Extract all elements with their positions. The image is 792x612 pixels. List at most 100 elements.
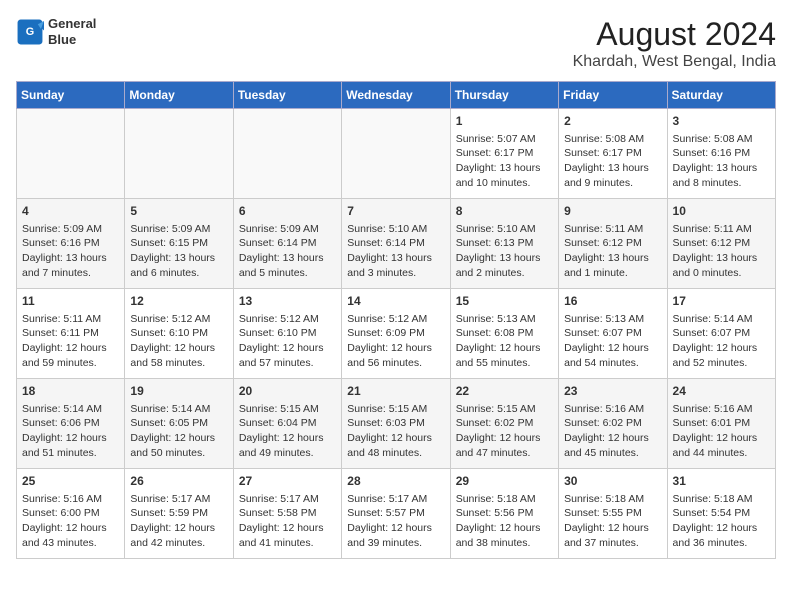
cell-line: Sunrise: 5:14 AM — [130, 402, 227, 417]
calendar-week-row: 11Sunrise: 5:11 AMSunset: 6:11 PMDayligh… — [17, 289, 776, 379]
cell-line: Sunset: 5:56 PM — [456, 506, 553, 521]
calendar-cell: 2Sunrise: 5:08 AMSunset: 6:17 PMDaylight… — [559, 109, 667, 199]
cell-line: Sunset: 6:13 PM — [456, 236, 553, 251]
cell-line: and 48 minutes. — [347, 446, 444, 461]
day-number: 12 — [130, 293, 227, 310]
cell-line: Sunrise: 5:11 AM — [673, 222, 770, 237]
cell-line: Daylight: 12 hours — [239, 521, 336, 536]
day-number: 14 — [347, 293, 444, 310]
cell-line: Daylight: 12 hours — [239, 431, 336, 446]
cell-line: Sunset: 6:09 PM — [347, 326, 444, 341]
logo-line1: General — [48, 16, 96, 32]
day-number: 30 — [564, 473, 661, 490]
cell-line: Sunset: 6:15 PM — [130, 236, 227, 251]
weekday-header: Friday — [559, 82, 667, 109]
cell-line: Daylight: 13 hours — [564, 251, 661, 266]
cell-line: Daylight: 12 hours — [130, 431, 227, 446]
day-number: 26 — [130, 473, 227, 490]
cell-line: Sunset: 6:07 PM — [564, 326, 661, 341]
cell-line: Sunrise: 5:15 AM — [456, 402, 553, 417]
cell-line: and 5 minutes. — [239, 266, 336, 281]
cell-line: Daylight: 13 hours — [564, 161, 661, 176]
calendar-cell — [125, 109, 233, 199]
calendar-cell: 13Sunrise: 5:12 AMSunset: 6:10 PMDayligh… — [233, 289, 341, 379]
cell-line: Daylight: 13 hours — [130, 251, 227, 266]
cell-line: and 47 minutes. — [456, 446, 553, 461]
cell-line: and 55 minutes. — [456, 356, 553, 371]
cell-line: and 3 minutes. — [347, 266, 444, 281]
cell-line: and 36 minutes. — [673, 536, 770, 551]
weekday-header: Wednesday — [342, 82, 450, 109]
cell-line: and 2 minutes. — [456, 266, 553, 281]
cell-line: Daylight: 12 hours — [564, 341, 661, 356]
cell-line: Sunrise: 5:09 AM — [239, 222, 336, 237]
calendar-table: SundayMondayTuesdayWednesdayThursdayFrid… — [16, 81, 776, 559]
calendar-cell: 30Sunrise: 5:18 AMSunset: 5:55 PMDayligh… — [559, 469, 667, 559]
cell-line: Sunset: 5:54 PM — [673, 506, 770, 521]
weekday-header: Saturday — [667, 82, 775, 109]
calendar-cell: 22Sunrise: 5:15 AMSunset: 6:02 PMDayligh… — [450, 379, 558, 469]
calendar-cell: 1Sunrise: 5:07 AMSunset: 6:17 PMDaylight… — [450, 109, 558, 199]
cell-line: Sunset: 6:04 PM — [239, 416, 336, 431]
cell-line: Sunrise: 5:09 AM — [130, 222, 227, 237]
day-number: 4 — [22, 203, 119, 220]
cell-line: Sunset: 6:00 PM — [22, 506, 119, 521]
cell-line: Sunrise: 5:17 AM — [130, 492, 227, 507]
cell-line: and 44 minutes. — [673, 446, 770, 461]
calendar-cell: 16Sunrise: 5:13 AMSunset: 6:07 PMDayligh… — [559, 289, 667, 379]
cell-line: Daylight: 12 hours — [564, 431, 661, 446]
calendar-cell: 6Sunrise: 5:09 AMSunset: 6:14 PMDaylight… — [233, 199, 341, 289]
cell-line: Daylight: 12 hours — [22, 341, 119, 356]
cell-line: Sunrise: 5:18 AM — [673, 492, 770, 507]
weekday-header: Tuesday — [233, 82, 341, 109]
cell-line: and 58 minutes. — [130, 356, 227, 371]
calendar-cell: 24Sunrise: 5:16 AMSunset: 6:01 PMDayligh… — [667, 379, 775, 469]
calendar-cell: 15Sunrise: 5:13 AMSunset: 6:08 PMDayligh… — [450, 289, 558, 379]
cell-line: Sunrise: 5:17 AM — [347, 492, 444, 507]
cell-line: Daylight: 13 hours — [239, 251, 336, 266]
calendar-cell: 11Sunrise: 5:11 AMSunset: 6:11 PMDayligh… — [17, 289, 125, 379]
cell-line: Sunrise: 5:18 AM — [456, 492, 553, 507]
cell-line: Daylight: 12 hours — [673, 521, 770, 536]
cell-line: Sunrise: 5:13 AM — [456, 312, 553, 327]
day-number: 23 — [564, 383, 661, 400]
day-number: 25 — [22, 473, 119, 490]
calendar-cell: 23Sunrise: 5:16 AMSunset: 6:02 PMDayligh… — [559, 379, 667, 469]
calendar-cell: 26Sunrise: 5:17 AMSunset: 5:59 PMDayligh… — [125, 469, 233, 559]
calendar-week-row: 25Sunrise: 5:16 AMSunset: 6:00 PMDayligh… — [17, 469, 776, 559]
calendar-title: August 2024 — [573, 16, 776, 53]
day-number: 31 — [673, 473, 770, 490]
calendar-cell: 17Sunrise: 5:14 AMSunset: 6:07 PMDayligh… — [667, 289, 775, 379]
day-number: 29 — [456, 473, 553, 490]
logo-icon: G — [16, 18, 44, 46]
day-number: 9 — [564, 203, 661, 220]
cell-line: Daylight: 13 hours — [22, 251, 119, 266]
calendar-cell: 14Sunrise: 5:12 AMSunset: 6:09 PMDayligh… — [342, 289, 450, 379]
cell-line: Daylight: 12 hours — [673, 431, 770, 446]
cell-line: and 45 minutes. — [564, 446, 661, 461]
calendar-cell: 10Sunrise: 5:11 AMSunset: 6:12 PMDayligh… — [667, 199, 775, 289]
cell-line: and 7 minutes. — [22, 266, 119, 281]
cell-line: Sunrise: 5:16 AM — [564, 402, 661, 417]
cell-line: and 10 minutes. — [456, 176, 553, 191]
cell-line: and 43 minutes. — [22, 536, 119, 551]
day-number: 6 — [239, 203, 336, 220]
cell-line: Sunset: 6:11 PM — [22, 326, 119, 341]
day-number: 20 — [239, 383, 336, 400]
cell-line: and 42 minutes. — [130, 536, 227, 551]
cell-line: and 39 minutes. — [347, 536, 444, 551]
cell-line: and 1 minute. — [564, 266, 661, 281]
cell-line: Sunset: 6:10 PM — [130, 326, 227, 341]
cell-line: Sunrise: 5:08 AM — [564, 132, 661, 147]
calendar-cell — [17, 109, 125, 199]
cell-line: Sunset: 6:12 PM — [564, 236, 661, 251]
day-number: 22 — [456, 383, 553, 400]
cell-line: Sunrise: 5:07 AM — [456, 132, 553, 147]
day-number: 10 — [673, 203, 770, 220]
cell-line: Sunrise: 5:12 AM — [239, 312, 336, 327]
cell-line: Daylight: 12 hours — [239, 341, 336, 356]
cell-line: Sunset: 6:16 PM — [673, 146, 770, 161]
day-number: 5 — [130, 203, 227, 220]
day-number: 11 — [22, 293, 119, 310]
cell-line: Sunset: 6:14 PM — [347, 236, 444, 251]
